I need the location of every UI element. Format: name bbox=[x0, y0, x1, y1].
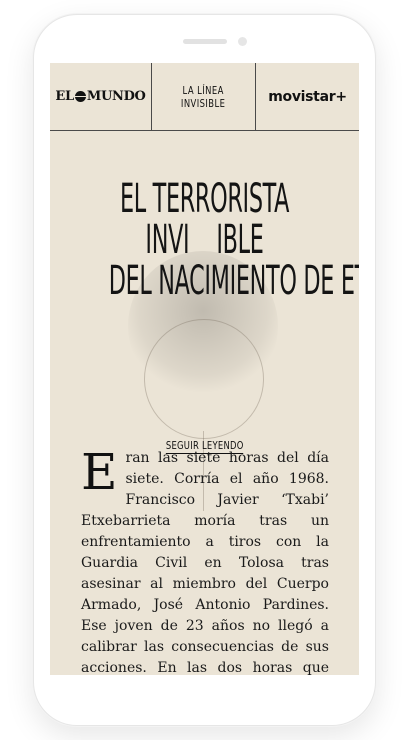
hero-title-line1: EL TERRORISTA bbox=[119, 176, 290, 222]
elmundo-logo-part1: EL bbox=[55, 89, 74, 104]
phone-camera bbox=[238, 37, 247, 46]
linea-invisible-link[interactable]: LA LÍNEA INVISIBLE bbox=[152, 63, 256, 130]
screen: EL MUNDO LA LÍNEA INVISIBLE movistar+ EL … bbox=[50, 63, 359, 675]
article-paragraph: ran las siete horas del día siete. Corrí… bbox=[81, 450, 329, 675]
globe-icon bbox=[74, 91, 86, 102]
phone-speaker bbox=[183, 39, 227, 44]
linea-invisible-logo: LA LÍNEA INVISIBLE bbox=[181, 84, 225, 110]
drop-cap: E bbox=[81, 443, 118, 501]
article-body: Eran las siete horas del día siete. Corr… bbox=[81, 443, 329, 675]
movistar-logo: movistar+ bbox=[268, 88, 347, 105]
hero-title-line3: DEL NACIMIENTO DE ETA bbox=[108, 258, 359, 304]
elmundo-logo-link[interactable]: EL MUNDO bbox=[50, 63, 152, 130]
linea-invisible-line2: INVISIBLE bbox=[181, 96, 226, 110]
hero-decorative-circle bbox=[144, 319, 264, 439]
hero-title-line2: INVI IBLE bbox=[145, 217, 264, 263]
movistar-logo-link[interactable]: movistar+ bbox=[256, 63, 359, 130]
hero-title: EL TERRORISTA INVI IBLE DEL NACIMIENTO D… bbox=[108, 176, 359, 304]
elmundo-logo-part2: MUNDO bbox=[86, 89, 146, 104]
elmundo-logo: EL MUNDO bbox=[55, 89, 145, 104]
hero: EL TERRORISTA INVI IBLE DEL NACIMIENTO D… bbox=[50, 131, 359, 511]
linea-invisible-line1: LA LÍNEA bbox=[182, 83, 225, 97]
top-bar: EL MUNDO LA LÍNEA INVISIBLE movistar+ bbox=[50, 63, 359, 131]
